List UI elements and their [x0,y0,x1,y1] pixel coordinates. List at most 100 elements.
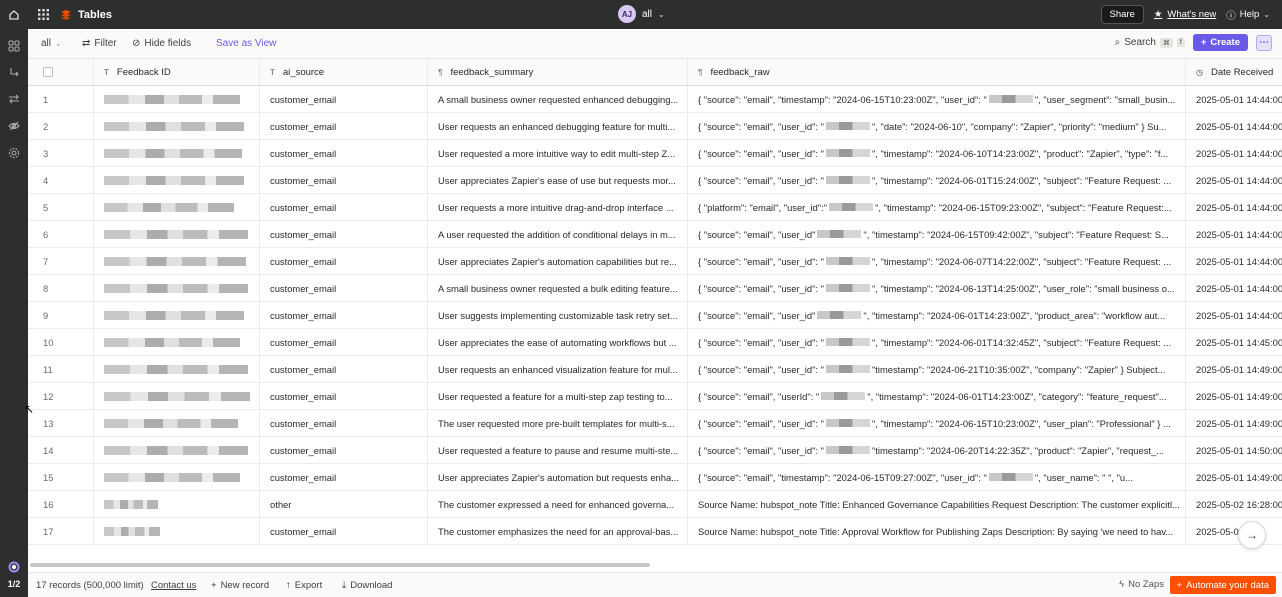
table-row[interactable]: 15 customer_email User appreciates Zapier'… [28,464,1282,491]
feedback-id-cell[interactable] [94,518,260,544]
ai-source-cell[interactable]: customer_email [260,194,428,220]
feedback-raw-cell[interactable]: { "source": "email", "user_id": " ", "tim… [688,275,1186,301]
feedback-summary-cell[interactable]: User appreciates Zapier's ease of use bu… [428,167,688,193]
column-header-ai-source[interactable]: T ai_source [260,59,428,85]
feedback-raw-cell[interactable]: { "source": "email", "user_id": " "timest… [688,437,1186,463]
select-all-cell[interactable] [28,59,94,85]
ai-source-cell[interactable]: customer_email [260,437,428,463]
date-received-cell[interactable]: 2025-05-01 14:50:00 [1186,437,1282,463]
help-menu[interactable]: ⓘ Help ⌄ [1226,8,1270,22]
ai-source-cell[interactable]: customer_email [260,302,428,328]
feedback-id-cell[interactable] [94,464,260,490]
apps-icon[interactable] [7,39,21,53]
ai-source-cell[interactable]: customer_email [260,329,428,355]
download-button[interactable]: ⤓ Download [342,580,392,591]
feedback-raw-cell[interactable]: { "source": "email", "user_id": " ", "tim… [688,248,1186,274]
feedback-raw-cell[interactable]: { "source": "email", "user_id": " "timest… [688,356,1186,382]
automate-your-data-button[interactable]: + Automate your data [1169,576,1276,594]
ai-source-cell[interactable]: other [260,491,428,517]
feedback-id-cell[interactable] [94,410,260,436]
feedback-summary-cell[interactable]: The user requested more pre-built templa… [428,410,688,436]
table-row[interactable]: 14 customer_email User requested a feature… [28,437,1282,464]
whats-new-link[interactable]: ★ What's new [1154,9,1216,20]
date-received-cell[interactable]: 2025-05-01 14:44:00 [1186,248,1282,274]
create-button[interactable]: + Create [1192,34,1248,51]
tables-logo[interactable]: Tables [60,9,112,21]
share-button[interactable]: Share [1100,5,1144,24]
feedback-summary-cell[interactable]: User requests an enhanced debugging feat… [428,113,688,139]
date-received-cell[interactable]: 2025-05-01 14:49:00 [1186,464,1282,490]
table-row[interactable]: 16 other The customer expressed a need for… [28,491,1282,518]
ai-source-cell[interactable]: customer_email [260,248,428,274]
feedback-summary-cell[interactable]: User requests an enhanced visualization … [428,356,688,382]
feedback-id-cell[interactable] [94,329,260,355]
feedback-id-cell[interactable] [94,140,260,166]
column-header-date-received[interactable]: ◷ Date Received [1186,59,1282,85]
date-received-cell[interactable]: 2025-05-01 14:44:00 [1186,86,1282,112]
import-icon[interactable] [7,66,21,80]
feedback-id-cell[interactable] [94,248,260,274]
feedback-id-cell[interactable] [94,491,260,517]
feedback-raw-cell[interactable]: { "source": "email", "userId": " ", "time… [688,383,1186,409]
status-ring-icon[interactable] [7,560,21,574]
feedback-summary-cell[interactable]: User requested a feature to pause and re… [428,437,688,463]
feedback-id-cell[interactable] [94,275,260,301]
feedback-summary-cell[interactable]: The customer emphasizes the need for an … [428,518,688,544]
table-row[interactable]: 9 customer_email User suggests implementin… [28,302,1282,329]
feedback-summary-cell[interactable]: A user requested the addition of conditi… [428,221,688,247]
search-button[interactable]: ⌕ Search ⌘ f [1115,37,1185,48]
table-row[interactable]: 6 customer_email A user requested the addi… [28,221,1282,248]
save-as-view-button[interactable]: Save as View [216,38,276,49]
ai-source-cell[interactable]: customer_email [260,518,428,544]
feedback-id-cell[interactable] [94,221,260,247]
hidden-icon[interactable] [7,119,21,133]
table-row[interactable]: 3 customer_email User requested a more int… [28,140,1282,167]
date-received-cell[interactable]: 2025-05-01 14:44:00 [1186,140,1282,166]
ai-source-cell[interactable]: customer_email [260,86,428,112]
feedback-raw-cell[interactable]: { "source": "email", "user_id": " ", "tim… [688,167,1186,193]
date-received-cell[interactable]: 2025-05-01 14:44:00 [1186,113,1282,139]
date-received-cell[interactable]: 2025-05-01 14:44:00 [1186,302,1282,328]
ai-source-cell[interactable]: customer_email [260,383,428,409]
column-header-feedback-summary[interactable]: ¶ feedback_summary [428,59,688,85]
horizontal-scrollbar[interactable] [30,563,650,567]
date-received-cell[interactable]: 2025-05-01 14:49:00 [1186,383,1282,409]
feedback-raw-cell[interactable]: { "source": "email", "user_id": " ", "tim… [688,329,1186,355]
feedback-summary-cell[interactable]: User requested a feature for a multi-ste… [428,383,688,409]
feedback-id-cell[interactable] [94,302,260,328]
table-row[interactable]: 11 customer_email User requests an enhance… [28,356,1282,383]
select-all-checkbox[interactable] [43,67,53,77]
feedback-summary-cell[interactable]: User requested a more intuitive way to e… [428,140,688,166]
table-row[interactable]: 8 customer_email A small business owner re… [28,275,1282,302]
ai-source-cell[interactable]: customer_email [260,113,428,139]
feedback-raw-cell[interactable]: { "platform": "email", "user_id":" ", "ti… [688,194,1186,220]
feedback-id-cell[interactable] [94,437,260,463]
table-row[interactable]: 17 customer_email The customer emphasizes … [28,518,1282,545]
date-received-cell[interactable]: 2025-05-01 14:44:00 [1186,275,1282,301]
feedback-raw-cell[interactable]: { "source": "email", "timestamp": "2024-… [688,86,1186,112]
feedback-id-cell[interactable] [94,383,260,409]
more-options-icon[interactable]: ⋯ [1256,34,1272,51]
table-row[interactable]: 1 customer_email A small business owner re… [28,86,1282,113]
feedback-summary-cell[interactable]: User appreciates the ease of automating … [428,329,688,355]
feedback-raw-cell[interactable]: { "source": "email", "user_id" ", "timest… [688,302,1186,328]
feedback-raw-cell[interactable]: { "source": "email", "user_id": " ", "dat… [688,113,1186,139]
view-selector[interactable]: AJ all ⌄ [618,5,665,23]
feedback-raw-cell[interactable]: { "source": "email", "user_id": " ", "tim… [688,140,1186,166]
date-received-cell[interactable]: 2025-05-01 14:44:00 [1186,167,1282,193]
table-row[interactable]: 4 customer_email User appreciates Zapier's… [28,167,1282,194]
feedback-raw-cell[interactable]: Source Name: hubspot_note Title: Enhance… [688,491,1186,517]
date-received-cell[interactable]: 2025-05-02 16:28:00 [1186,491,1282,517]
table-row[interactable]: 5 customer_email User requests a more intu… [28,194,1282,221]
feedback-raw-cell[interactable]: { "source": "email", "timestamp": "2024-… [688,464,1186,490]
feedback-id-cell[interactable] [94,113,260,139]
date-received-cell[interactable]: 2025-05-0 [1186,518,1282,544]
table-row[interactable]: 13 customer_email The user requested more … [28,410,1282,437]
filter-button[interactable]: ⇄ Filter [82,38,117,49]
export-button[interactable]: ↑ Export [286,580,322,591]
ai-source-cell[interactable]: customer_email [260,410,428,436]
contact-us-link[interactable]: Contact us [151,580,196,591]
home-icon[interactable] [0,0,28,29]
feedback-summary-cell[interactable]: User suggests implementing customizable … [428,302,688,328]
date-received-cell[interactable]: 2025-05-01 14:49:00 [1186,356,1282,382]
